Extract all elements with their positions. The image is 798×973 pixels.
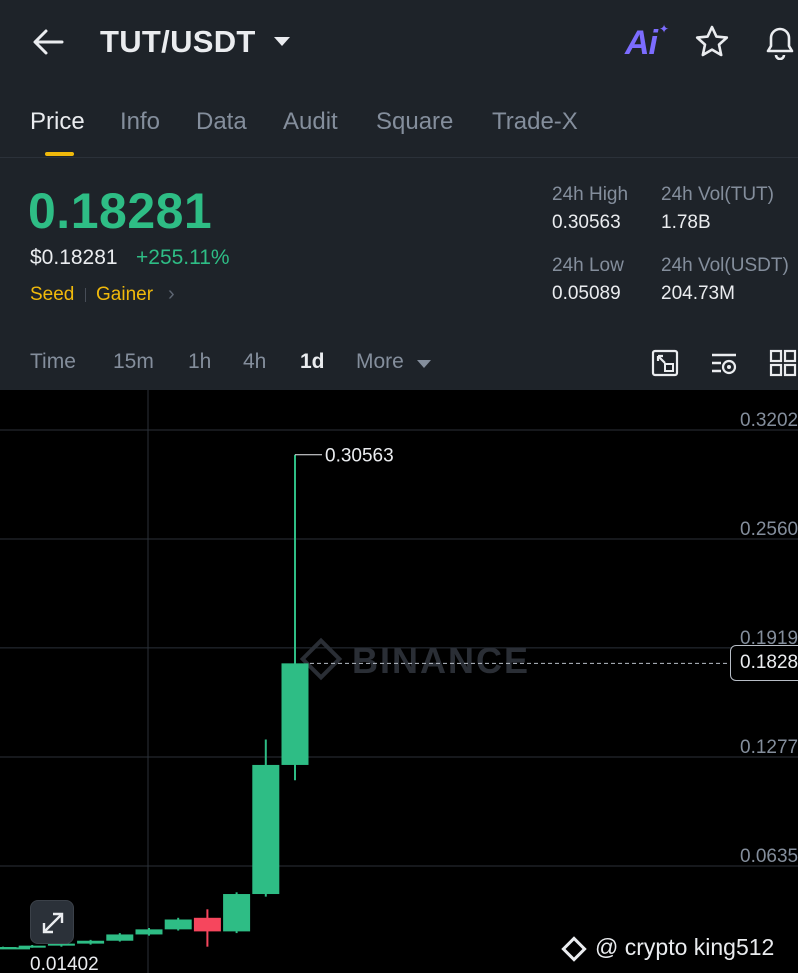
- candle-body: [193, 917, 221, 932]
- tab-info[interactable]: Info: [120, 108, 160, 136]
- y-axis-label: 0.1277: [740, 737, 798, 758]
- candle-body: [223, 894, 251, 932]
- candle-body: [18, 945, 46, 948]
- top-bar: TUT/USDT Ai ✦: [0, 0, 798, 90]
- usd-price: $0.18281: [30, 246, 118, 269]
- tab-square[interactable]: Square: [376, 108, 453, 136]
- gainer-tag[interactable]: Gainer: [96, 284, 153, 306]
- ai-button[interactable]: Ai: [625, 24, 658, 63]
- sparkle-icon: ✦: [659, 22, 670, 36]
- bell-icon[interactable]: [762, 24, 798, 60]
- price-change: +255.11%: [136, 246, 230, 269]
- interval-more[interactable]: More: [356, 350, 404, 374]
- high-value: 0.30563: [552, 212, 621, 233]
- caret-down-icon[interactable]: [417, 360, 431, 368]
- current-price-tag: 0.1828: [730, 645, 798, 682]
- vol-base-value: 1.78B: [661, 212, 711, 233]
- candlestick-chart[interactable]: BINANCE 0.3202 0.2560 0.1919 0.1277 0.0635 0.…: [0, 390, 798, 973]
- tag-divider: [85, 288, 86, 302]
- chevron-right-icon[interactable]: ›: [168, 283, 175, 306]
- candle-body: [0, 947, 30, 950]
- pair-title[interactable]: TUT/USDT: [100, 24, 256, 60]
- indicator-settings-icon[interactable]: [709, 348, 739, 378]
- y-axis-label: 0.2560: [740, 519, 798, 540]
- star-icon[interactable]: [694, 24, 730, 60]
- candle-body: [135, 929, 163, 935]
- vol-quote-label: 24h Vol(USDT): [661, 255, 789, 276]
- y-axis-label: 0.0635: [740, 846, 798, 867]
- expand-button[interactable]: [30, 900, 74, 944]
- caret-down-icon[interactable]: [274, 37, 290, 46]
- chart-settings-icon[interactable]: [650, 348, 680, 378]
- interval-1h[interactable]: 1h: [188, 350, 211, 374]
- candle-body: [106, 934, 134, 941]
- low-marker-label: 0.01402: [30, 954, 99, 973]
- chart-plot[interactable]: 0.32020.25600.19190.12770.06350.305630.0…: [0, 390, 798, 973]
- interval-1d[interactable]: 1d: [300, 350, 325, 374]
- interval-15m[interactable]: 15m: [113, 350, 154, 374]
- candle-body: [281, 663, 309, 765]
- seed-tag[interactable]: Seed: [30, 284, 74, 306]
- tab-data[interactable]: Data: [196, 108, 247, 136]
- interval-bar: Time 15m 1h 4h 1d More: [0, 340, 798, 390]
- arrow-left-icon[interactable]: [30, 26, 66, 58]
- vol-quote-value: 204.73M: [661, 283, 735, 304]
- tab-trade-x[interactable]: Trade-X: [492, 108, 578, 136]
- author-credit: @ crypto king512: [595, 934, 775, 960]
- main-tabs: Price Info Data Audit Square Trade-X: [0, 100, 798, 158]
- expand-icon: [42, 912, 64, 934]
- high-label: 24h High: [552, 184, 629, 205]
- last-price: 0.18281: [28, 183, 213, 239]
- active-tab-indicator: [45, 152, 74, 156]
- interval-4h[interactable]: 4h: [243, 350, 266, 374]
- vol-base-label: 24h Vol(TUT): [661, 184, 774, 205]
- interval-time[interactable]: Time: [30, 350, 76, 374]
- low-value: 0.05089: [552, 283, 621, 304]
- layout-grid-icon[interactable]: [768, 348, 798, 378]
- candle-body: [252, 764, 280, 895]
- tab-price[interactable]: Price: [30, 108, 85, 136]
- y-axis-label: 0.3202: [740, 410, 798, 431]
- candle-body: [164, 919, 192, 930]
- candle-body: [77, 940, 105, 944]
- low-label: 24h Low: [552, 255, 624, 276]
- tab-audit[interactable]: Audit: [283, 108, 338, 136]
- high-marker-label: 0.30563: [325, 446, 394, 467]
